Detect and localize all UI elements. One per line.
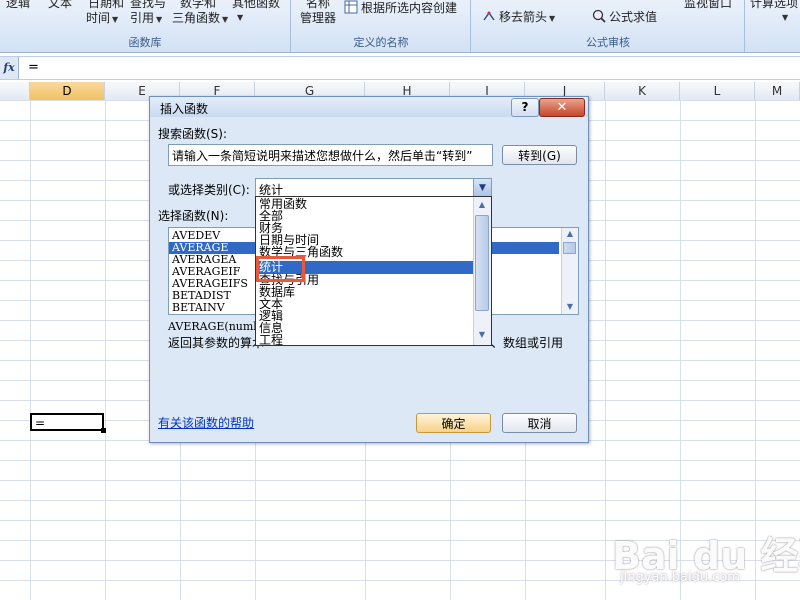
grid-line <box>30 100 31 600</box>
active-cell[interactable]: = <box>30 413 104 431</box>
function-library-label: 函数库 <box>128 36 162 49</box>
defined-names-group: 名称 管理器 根据所选内容创建 定义的名称 <box>292 0 471 52</box>
create-from-selection-label: 根据所选内容创建 <box>361 1 458 15</box>
list-item[interactable]: 工程 <box>259 334 283 345</box>
chevron-down-icon: ▼ <box>237 13 244 22</box>
scroll-up-icon[interactable]: ▲ <box>562 229 578 238</box>
go-button[interactable]: 转到(G) <box>502 145 577 165</box>
dialog-title-bar[interactable]: 插入函数 ? ✕ <box>150 97 588 117</box>
search-input[interactable]: 请输入一条简短说明来描述您想做什么，然后单击“转到” <box>168 144 493 166</box>
category-list-scrollbar[interactable]: ▲ ▼ <box>473 197 491 345</box>
insert-function-icon[interactable]: fx <box>0 57 19 79</box>
baidu-watermark: Bai du 经验 jingyan.baidu.com <box>612 515 800 595</box>
cancel-button[interactable]: 取消 <box>502 413 577 433</box>
grid-line <box>605 100 606 600</box>
magnifier-icon <box>592 9 606 23</box>
defined-names-label: 定义的名称 <box>353 36 409 49</box>
close-button[interactable]: ✕ <box>539 98 585 117</box>
chevron-down-icon: ▼ <box>222 15 229 24</box>
name-manager-button[interactable]: 管理器 <box>300 9 336 26</box>
function-list-scrollbar[interactable]: ▲ ▼ <box>561 228 578 314</box>
evaluate-formula-button[interactable]: 公式求值 <box>592 8 657 25</box>
function-description-end: 、数组或引用 <box>491 336 564 350</box>
chevron-down-icon: ▼ <box>782 13 789 22</box>
active-cell-value: = <box>35 416 46 430</box>
formula-auditing-label: 公式审核 <box>586 36 630 49</box>
remove-arrows-label: 移去箭头 <box>499 10 548 24</box>
dialog-title: 插入函数 <box>160 102 209 116</box>
select-all-corner[interactable] <box>0 82 30 100</box>
watch-window-button[interactable]: 监视窗口 <box>684 0 732 11</box>
scroll-thumb[interactable] <box>475 215 489 311</box>
scroll-up-icon[interactable]: ▲ <box>474 200 490 209</box>
arrows-icon <box>483 11 495 21</box>
scroll-down-icon[interactable]: ▼ <box>474 330 490 339</box>
annotation-highlight-box <box>256 256 305 282</box>
remove-arrows-button[interactable]: 移去箭头 ▼ <box>482 8 555 25</box>
evaluate-formula-label: 公式求值 <box>609 10 658 24</box>
calc-options-button[interactable]: 计算选项 <box>750 0 798 11</box>
chevron-down-icon: ▼ <box>549 14 556 23</box>
calculation-group: 计算选项 ▼ <box>746 0 800 52</box>
select-function-label: 选择函数(N): <box>158 209 229 223</box>
grid-line <box>105 100 106 600</box>
formula-auditing-group: 移去箭头 ▼ 公式求值 监视窗口 公式审核 <box>472 0 745 52</box>
help-button[interactable]: ? <box>511 98 539 117</box>
watermark-url: jingyan.baidu.com <box>620 570 740 585</box>
ribbon-text-button[interactable]: 文本 <box>48 0 72 11</box>
chevron-down-icon[interactable]: ▼ <box>473 179 491 197</box>
chevron-down-icon: ▼ <box>112 15 119 24</box>
column-header-m[interactable]: M <box>755 82 800 100</box>
formula-bar: fx = <box>0 56 800 80</box>
ribbon-more-caret[interactable]: ▼ <box>235 9 243 23</box>
ribbon: 逻辑 文本 日期和 查找与 数学和 其他函数 时间 ▼ 引用 ▼ 三角函数 ▼ ▼ 函… <box>0 0 800 53</box>
create-from-selection-button[interactable]: 根据所选内容创建 <box>344 0 457 16</box>
reference-label: 引用 <box>130 11 155 25</box>
category-select[interactable]: 统计 ▼ <box>255 178 492 198</box>
search-label: 搜索函数(S): <box>158 127 228 141</box>
function-help-link[interactable]: 有关该函数的帮助 <box>158 414 254 431</box>
trig-label: 三角函数 <box>172 11 221 25</box>
function-description: 返回其参数的算术 <box>168 336 265 350</box>
formula-input[interactable]: = <box>28 60 39 75</box>
ribbon-trig-button[interactable]: 三角函数 ▼ <box>172 9 228 26</box>
chevron-down-icon: ▼ <box>156 15 163 24</box>
function-library-group: 逻辑 文本 日期和 查找与 数学和 其他函数 时间 ▼ 引用 ▼ 三角函数 ▼ ▼ 函… <box>0 0 291 52</box>
fill-handle[interactable] <box>101 428 106 433</box>
list-item[interactable]: BETAINV <box>172 302 225 314</box>
category-label: 或选择类别(C): <box>168 183 250 197</box>
ribbon-time-button[interactable]: 时间 ▼ <box>86 9 118 26</box>
ribbon-logic-button[interactable]: 逻辑 <box>6 0 30 11</box>
column-header-l[interactable]: L <box>680 82 755 100</box>
time-label: 时间 <box>86 11 111 25</box>
calc-caret[interactable]: ▼ <box>780 9 788 23</box>
ribbon-reference-button[interactable]: 引用 ▼ <box>130 9 162 26</box>
column-header-k[interactable]: K <box>605 82 680 100</box>
column-header-d[interactable]: D <box>30 82 105 100</box>
table-icon <box>344 0 358 14</box>
scroll-thumb[interactable] <box>563 242 576 254</box>
ok-button[interactable]: 确定 <box>416 413 491 433</box>
scroll-down-icon[interactable]: ▼ <box>562 302 578 311</box>
